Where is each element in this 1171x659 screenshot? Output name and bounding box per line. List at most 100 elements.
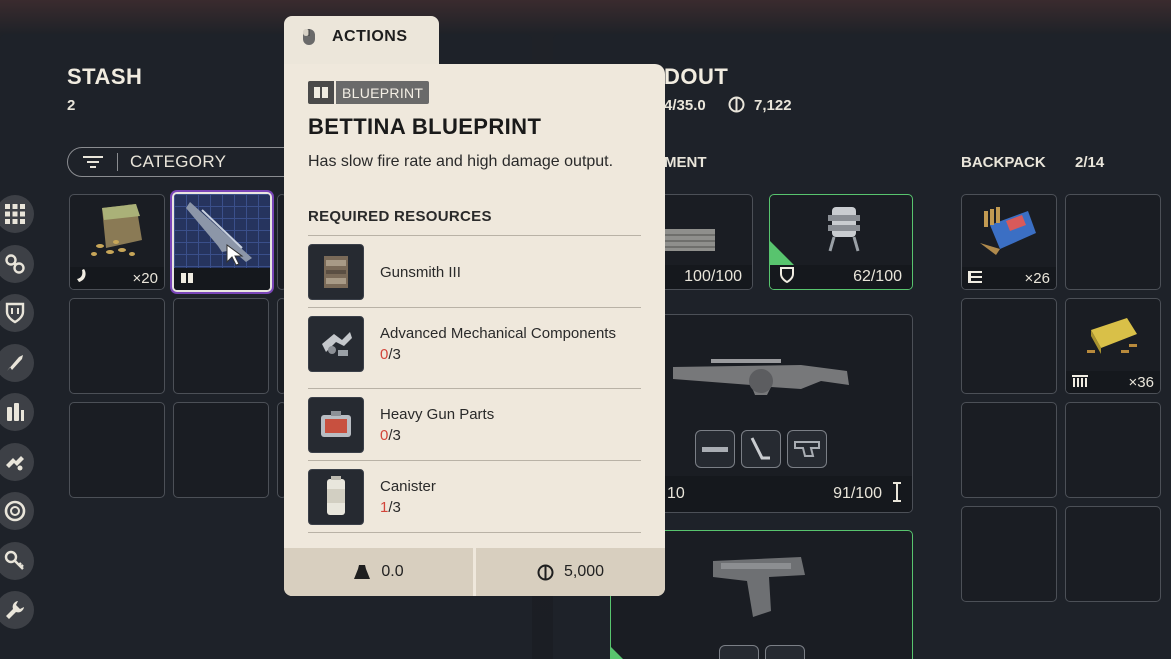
shield-icon[interactable] (0, 294, 34, 332)
backpack-label: BACKPACK (961, 154, 1046, 171)
equipment-slot-shield[interactable]: 62/100 (769, 194, 913, 290)
resource-name: Heavy Gun Parts (380, 406, 495, 423)
resource-name: Advanced Mechanical Components (380, 325, 616, 342)
backpack-count: 2/14 (1075, 154, 1105, 171)
backpack-slot-empty[interactable] (1065, 402, 1161, 498)
stash-slot-empty[interactable] (173, 402, 269, 498)
stock-attachment-icon[interactable] (787, 430, 827, 468)
gunsmith-workbench-image (308, 244, 364, 300)
resource-need: /3 (388, 499, 401, 516)
mechanical-components-image (308, 316, 364, 372)
coin-icon (537, 564, 554, 581)
bettina-rifle-image (671, 351, 851, 412)
weapon-icon[interactable] (0, 343, 34, 382)
loadout-weight: 4/35.0 (664, 97, 706, 114)
heavy-gun-parts-image (308, 397, 364, 453)
weight-icon (353, 564, 371, 580)
shield-durability: 62/100 (853, 268, 902, 285)
heavy-ammo-image (1066, 299, 1160, 371)
backpack-slot-empty[interactable] (961, 298, 1057, 394)
divider (308, 532, 641, 533)
mouse-cursor-icon (226, 244, 244, 271)
backpack-item-qty: ×36 (1128, 373, 1154, 391)
ammo-box-image (962, 195, 1056, 267)
item-tooltip: BLUEPRINT BETTINA BLUEPRINT Has slow fir… (284, 64, 665, 596)
mod-icon[interactable] (0, 442, 34, 481)
category-filter[interactable]: CATEGORY (67, 147, 307, 177)
backpack-slot-ammo-box[interactable]: ×26 (961, 194, 1057, 290)
backpack-slot-empty[interactable] (1065, 506, 1161, 602)
backpack-item-qty: ×26 (1024, 269, 1050, 287)
augment-image (661, 221, 721, 262)
resource-row: Advanced Mechanical Components 0/3 (308, 316, 641, 372)
backpack-slot-empty[interactable] (1065, 194, 1161, 290)
mouse-icon (302, 28, 316, 51)
resource-row: Canister 1/3 (308, 469, 641, 525)
item-value: 5,000 (473, 548, 665, 596)
augment-icon[interactable] (0, 492, 34, 530)
item-value-amount: 5,000 (563, 563, 605, 580)
medium-ammo-icon (968, 270, 982, 287)
resource-name: Gunsmith III (380, 263, 461, 281)
green-rarity-corner (770, 241, 796, 267)
grid-icon[interactable] (0, 195, 34, 233)
stash-count: 2 (67, 97, 76, 114)
shield-icon (780, 266, 794, 288)
heavy-ammo-icon (1072, 374, 1088, 391)
weapon-1-ammo-count: 10 (667, 485, 685, 502)
category-sidebar (0, 195, 40, 641)
coin-icon (728, 96, 745, 118)
divider (308, 460, 641, 461)
resource-name: Canister (380, 478, 436, 495)
key-icon[interactable] (0, 541, 34, 580)
ammo-type-icon (892, 481, 902, 507)
loadout-title: DOUT (664, 64, 729, 89)
stash-slot-empty[interactable] (69, 298, 165, 394)
stash-item-qty: ×20 (132, 269, 158, 287)
required-resources-heading: REQUIRED RESOURCES (308, 208, 492, 225)
blueprint-icon (180, 271, 194, 288)
item-type-label: BLUEPRINT (336, 81, 430, 104)
actions-label: ACTIONS (332, 28, 408, 45)
item-title: BETTINA BLUEPRINT (308, 114, 542, 139)
backpack-slot-empty[interactable] (961, 402, 1057, 498)
attachment-slot-icon[interactable] (765, 645, 805, 659)
category-label: CATEGORY (130, 152, 227, 171)
backpack-slot-empty[interactable] (961, 506, 1057, 602)
tools-icon[interactable] (0, 591, 34, 629)
shield-image (814, 201, 870, 262)
stash-slot-empty[interactable] (173, 298, 269, 394)
canister-image (308, 469, 364, 525)
materials-icon[interactable] (0, 244, 34, 283)
actions-tab[interactable]: ACTIONS (284, 16, 439, 68)
loadout-coins: 7,122 (754, 97, 792, 114)
light-ammo-icon (76, 269, 88, 287)
muzzle-attachment-icon[interactable] (695, 430, 735, 468)
resource-need: /3 (388, 346, 401, 363)
attachment-slot-icon[interactable] (719, 645, 759, 659)
underbarrel-attachment-icon[interactable] (741, 430, 781, 468)
augment-durability: 100/100 (684, 268, 742, 285)
weapon-attachments (695, 430, 827, 468)
equipment-label: MENT (664, 154, 707, 171)
item-type-badge: BLUEPRINT (308, 81, 430, 104)
blueprint-icon (308, 81, 334, 104)
backpack-slot-heavy-ammo[interactable]: ×36 (1065, 298, 1161, 394)
blueprint-image (174, 194, 270, 268)
stash-slot-blueprint[interactable] (172, 192, 272, 292)
item-weight-value: 0.0 (381, 563, 404, 580)
divider (308, 388, 641, 389)
pistol-image (709, 551, 809, 634)
light-ammo-image (70, 195, 164, 267)
resource-row: Heavy Gun Parts 0/3 (308, 397, 641, 453)
ammo-icon[interactable] (0, 393, 34, 431)
divider (308, 307, 641, 308)
stash-slot-empty[interactable] (69, 402, 165, 498)
item-description: Has slow fire rate and high damage outpu… (308, 153, 614, 170)
green-rarity-corner (611, 647, 633, 659)
tooltip-footer: 0.0 5,000 (284, 548, 665, 596)
resource-row: Gunsmith III (308, 244, 641, 300)
divider (308, 235, 641, 236)
stash-slot-light-ammo[interactable]: ×20 (69, 194, 165, 290)
stash-title: STASH (67, 64, 143, 89)
